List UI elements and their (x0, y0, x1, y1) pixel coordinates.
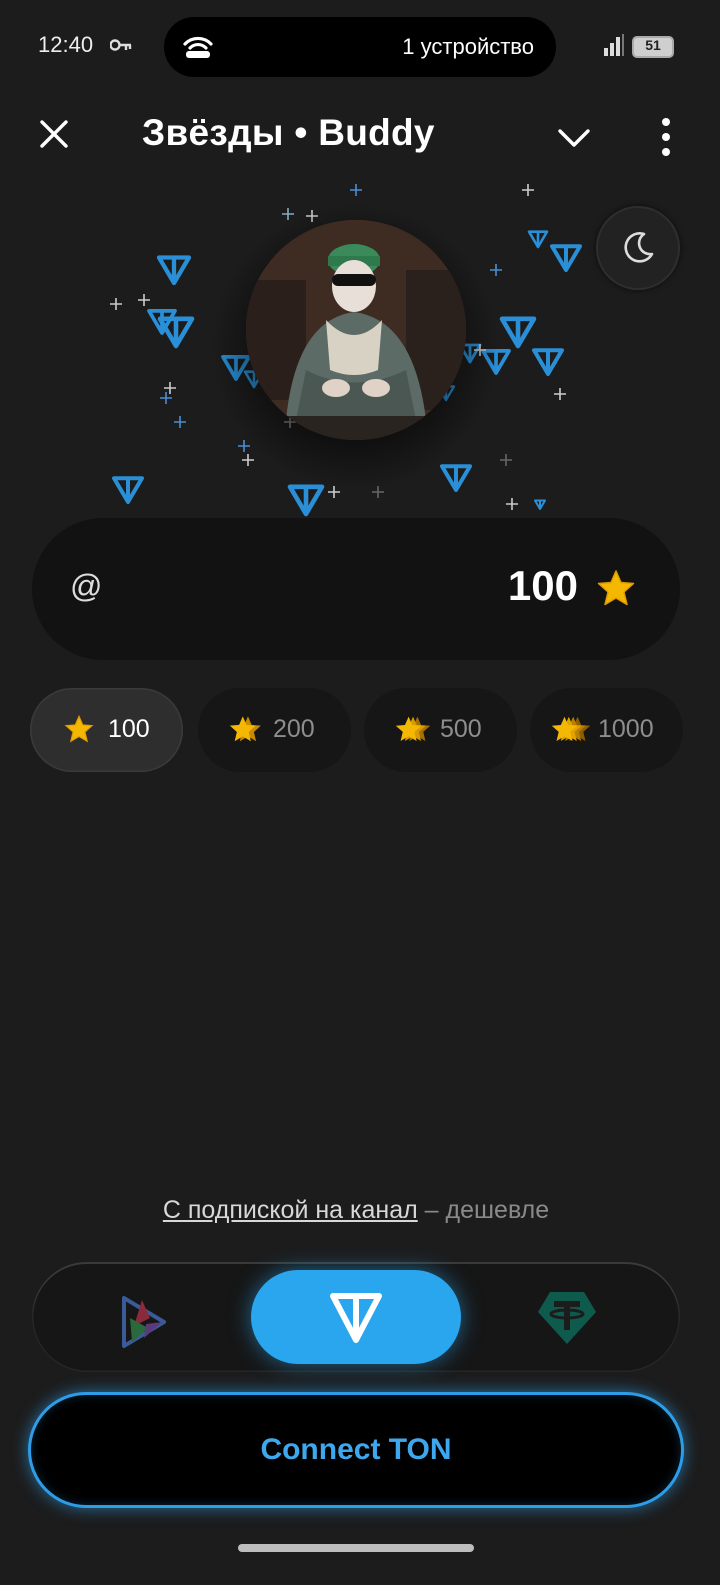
subscription-link[interactable]: С подпиской на канал (163, 1196, 418, 1224)
ton-particle (157, 316, 195, 349)
sparkle (522, 184, 534, 196)
ton-particle (287, 484, 325, 517)
preset-label: 100 (108, 715, 150, 743)
sparkle (110, 298, 122, 310)
ton-particle (550, 244, 582, 272)
preset-label: 500 (440, 715, 482, 743)
ton-particle (440, 464, 472, 492)
battery-level: 51 (645, 37, 661, 53)
telegram-stars-logo-icon (122, 1296, 166, 1348)
amount-presets: 100 200 500 1000 (30, 688, 690, 774)
sparkle (138, 294, 150, 306)
ton-particle (499, 316, 537, 349)
ton-particle (534, 499, 546, 510)
connect-ton-button[interactable]: Connect TON (28, 1392, 684, 1508)
stars-icon (229, 716, 261, 742)
chevron-down-icon (558, 129, 590, 147)
star-icon (597, 570, 635, 606)
ton-logo-icon (330, 1293, 382, 1343)
amount-value: 100 (507, 562, 578, 609)
top-bar: Звёзды • Buddy (0, 96, 720, 176)
pay-option-stars[interactable] (102, 1270, 182, 1364)
sparkle (350, 184, 362, 196)
subscription-suffix: – дешевле (424, 1196, 550, 1224)
ton-particle (147, 309, 177, 335)
hotspot-pill[interactable]: 1 устройство (164, 17, 556, 77)
page-title: Звёзды • Buddy (142, 112, 435, 153)
preset-chip-200[interactable]: 200 (198, 688, 351, 772)
preset-label: 200 (273, 715, 315, 743)
collapse-button[interactable] (554, 118, 594, 158)
ton-particle (156, 255, 192, 286)
payment-method-selector (32, 1262, 680, 1372)
sparkle (174, 416, 186, 428)
sparkle (500, 454, 512, 466)
clock: 12:40 (38, 32, 94, 57)
status-bar: 12:40 1 устройство 51 (0, 0, 720, 92)
home-indicator[interactable] (238, 1544, 474, 1552)
preset-chip-1000[interactable]: 1000 (530, 688, 683, 772)
more-options-button[interactable] (654, 116, 678, 158)
sparkle (242, 454, 254, 466)
stars-icon (395, 716, 431, 742)
avatar (246, 220, 466, 440)
signal-icon (604, 34, 624, 56)
avatar-photo (246, 220, 466, 440)
close-icon (40, 120, 68, 148)
battery-icon: 51 (632, 36, 674, 58)
preset-label: 1000 (598, 715, 654, 743)
close-button[interactable] (34, 114, 74, 154)
ton-particle (527, 230, 549, 249)
tether-logo-icon (538, 1292, 596, 1344)
hero-section (0, 180, 720, 520)
more-vertical-icon (662, 118, 670, 156)
hotspot-icon (183, 36, 213, 58)
star-icon (64, 714, 94, 743)
ton-particle (532, 348, 564, 376)
theme-toggle-button[interactable] (596, 206, 680, 290)
key-icon (110, 39, 132, 51)
sparkle (490, 264, 502, 276)
amount-input[interactable]: @ 100 (32, 518, 680, 660)
username-prefix: @ (70, 568, 103, 604)
stars-icon (551, 716, 591, 741)
pay-option-usdt[interactable] (532, 1270, 602, 1364)
ton-particle (112, 476, 144, 504)
pay-option-ton[interactable] (251, 1270, 461, 1364)
connect-ton-label: Connect TON (260, 1433, 452, 1466)
hotspot-devices-label: 1 устройство (402, 34, 534, 59)
subscription-note: С подпиской на канал – дешевле (0, 1196, 712, 1225)
sparkle (506, 498, 518, 510)
sparkle (554, 388, 566, 400)
preset-chip-500[interactable]: 500 (364, 688, 517, 772)
moon-icon (624, 232, 654, 263)
preset-chip-100[interactable]: 100 (30, 688, 183, 772)
